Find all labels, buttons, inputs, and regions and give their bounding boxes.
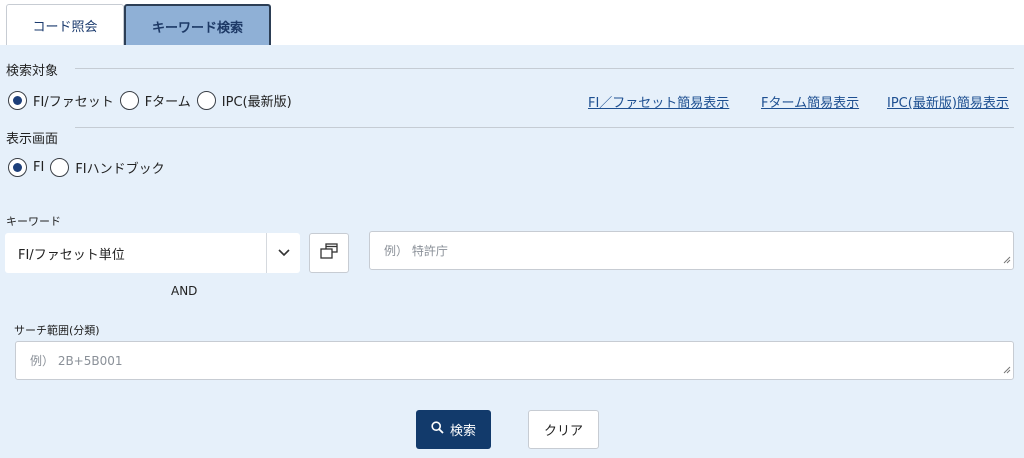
radio-unchecked-icon (119, 91, 139, 110)
keyword-label: キーワード (6, 215, 61, 228)
copy-window-icon (320, 243, 338, 263)
display-screen-radio-group: FI FIハンドブック (8, 158, 171, 177)
radio-unchecked-icon (50, 158, 70, 177)
tab-bar: コード照会 キーワード検索 (0, 0, 1024, 46)
search-range-input[interactable]: 例） 2B+5B001 (15, 341, 1014, 380)
radio-label: Fターム (144, 95, 191, 110)
radio-fi-handbook[interactable]: FIハンドブック (50, 158, 165, 177)
copy-window-button[interactable] (309, 233, 349, 273)
search-target-heading: 検索対象 (6, 64, 59, 79)
and-operator-label: AND (171, 284, 198, 298)
chevron-down-icon (267, 249, 300, 257)
radio-label: FI/ファセット (33, 95, 114, 110)
tab-keyword-search[interactable]: キーワード検索 (124, 4, 271, 46)
radio-label: IPC(最新版) (221, 95, 292, 110)
radio-label: FIハンドブック (75, 162, 165, 177)
radio-unchecked-icon (196, 91, 216, 110)
radio-checked-icon (8, 91, 27, 110)
radio-f-term[interactable]: Fターム (119, 91, 191, 110)
search-range-label: サーチ範囲(分類) (14, 324, 100, 337)
search-icon (431, 421, 444, 438)
resize-grip-icon[interactable] (1003, 253, 1011, 267)
search-button-label: 検索 (449, 424, 476, 439)
unit-select[interactable]: FI/ファセット単位 (5, 233, 300, 273)
search-button[interactable]: 検索 (416, 410, 491, 449)
clear-button-label: クリア (543, 424, 583, 439)
link-f-term-simple-view[interactable]: Fターム簡易表示 (761, 92, 859, 111)
keyword-input[interactable]: 例） 特許庁 (369, 231, 1014, 270)
search-range-placeholder: 例） 2B+5B001 (30, 354, 123, 368)
clear-button[interactable]: クリア (528, 410, 599, 449)
divider (75, 127, 1014, 128)
display-screen-heading: 表示画面 (6, 132, 59, 147)
radio-label: FI (33, 160, 45, 175)
link-fi-facet-simple-view[interactable]: FI／ファセット簡易表示 (588, 92, 729, 111)
keyword-placeholder: 例） 特許庁 (384, 244, 448, 258)
divider (75, 68, 1014, 69)
radio-ipc-latest[interactable]: IPC(最新版) (196, 91, 292, 110)
link-ipc-simple-view[interactable]: IPC(最新版)簡易表示 (887, 92, 1009, 111)
unit-select-value: FI/ファセット単位 (18, 247, 125, 263)
tab-code-lookup[interactable]: コード照会 (6, 4, 124, 46)
radio-fi[interactable]: FI (8, 158, 44, 177)
resize-grip-icon[interactable] (1003, 363, 1011, 377)
radio-checked-icon (8, 158, 27, 177)
search-target-radio-group: FI/ファセット Fターム IPC(最新版) (8, 91, 298, 110)
radio-fi-facet[interactable]: FI/ファセット (8, 91, 114, 110)
